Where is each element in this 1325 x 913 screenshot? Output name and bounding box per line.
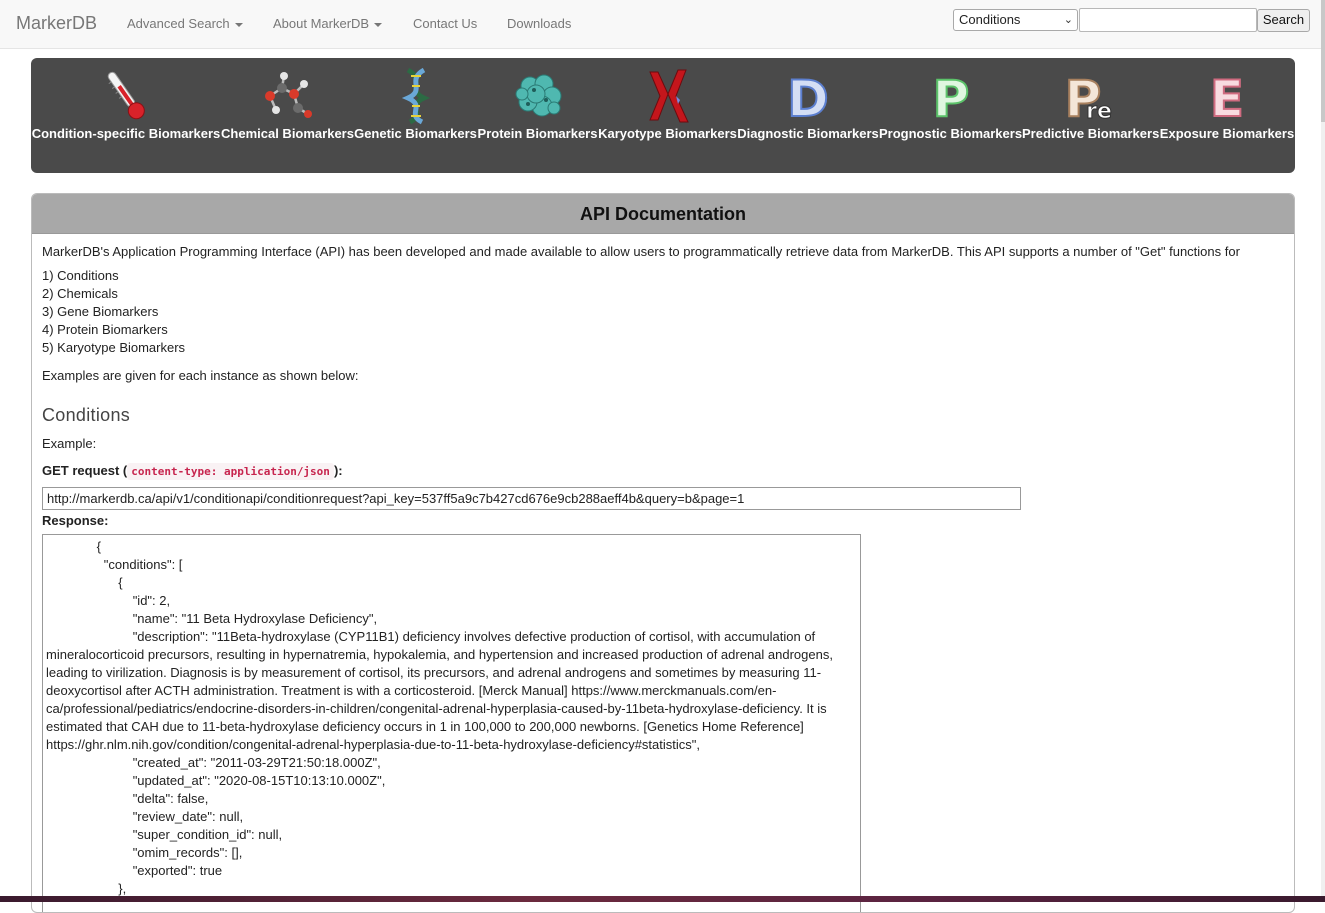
letter-pre-icon: P re [1063,69,1112,126]
chevron-down-icon [374,22,383,27]
category-label: Condition-specific Biomarkers [31,126,221,141]
category-label: Diagnostic Biomarkers [737,126,879,141]
category-label: Karyotype Biomarkers [598,126,737,141]
list-item: 2) Chemicals [42,286,118,301]
category-label: Predictive Biomarkers [1022,126,1160,141]
list-item: 5) Karyotype Biomarkers [42,340,186,355]
get-request-suffix: ): [333,463,343,478]
api-functions-list: 1) Conditions 2) Chemicals 3) Gene Bioma… [42,267,185,357]
response-line: "conditions": [ [46,557,183,572]
page-scrollbar[interactable] [1321,0,1325,896]
taskbar-strip [0,896,1325,902]
category-chemical[interactable]: Chemical Biomarkers [221,58,354,173]
category-label: Genetic Biomarkers [354,126,477,141]
response-line: "exported": true [46,863,223,878]
list-item: 4) Protein Biomarkers [42,322,168,337]
scrollbar-thumb[interactable] [1321,0,1325,122]
get-request-prefix: GET request ( [42,463,128,478]
chevron-down-icon: ⌄ [1063,14,1073,26]
brand-logo[interactable]: MarkerDB [16,13,97,34]
nav-downloads[interactable]: Downloads [507,16,571,31]
example-label: Example: [42,436,97,451]
search-category-select[interactable]: Conditions ⌄ [953,9,1078,31]
nav-about-label: About MarkerDB [273,16,370,31]
response-line: "description": "11Beta-hydroxylase (CYP1… [46,629,837,752]
list-item: 1) Conditions [42,268,119,283]
category-predictive[interactable]: P re Predictive Biomarkers [1022,58,1159,173]
letter-p-icon: P [931,69,970,126]
chevron-down-icon [234,22,243,27]
category-genetic[interactable]: Genetic Biomarkers [354,58,477,173]
category-label: Prognostic Biomarkers [879,126,1023,141]
category-exposure[interactable]: E Exposure Biomarkers [1159,58,1295,173]
category-protein[interactable]: Protein Biomarkers [477,58,598,173]
content-type-code: content-type: application/json [127,463,334,480]
response-line: "super_condition_id": null, [46,827,283,842]
chromosome-icon [648,69,689,123]
examples-text: Examples are given for each instance as … [42,368,359,383]
response-label: Response: [42,513,109,528]
svg-text:P: P [932,70,969,126]
category-bar: Condition-specific Biomarkers Chemical B… [31,58,1295,173]
api-documentation-panel: API Documentation MarkerDB's Application… [31,193,1295,913]
response-line: "review_date": null, [46,809,244,824]
category-karyotype[interactable]: Karyotype Biomarkers [598,58,737,173]
navbar: MarkerDB Advanced Search About MarkerDB … [0,0,1325,49]
intro-text: MarkerDB's Application Programming Inter… [42,244,1240,259]
nav-contact[interactable]: Contact Us [413,16,477,31]
response-line: { [46,539,101,554]
category-label: Exposure Biomarkers [1159,126,1295,141]
search-input[interactable] [1079,8,1257,32]
response-line: "created_at": "2011-03-29T21:50:18.000Z"… [46,755,381,770]
response-line: { [46,575,123,590]
svg-text:E: E [1210,70,1244,126]
response-line: "id": 2, [46,593,171,608]
response-line: "omim_records": [], [46,845,243,860]
get-request-label: GET request (content-type: application/j… [42,463,343,480]
molecule-icon [264,72,312,118]
response-line: "name": "11 Beta Hydroxylase Deficiency"… [46,611,378,626]
list-item: 3) Gene Biomarkers [42,304,159,319]
category-label: Chemical Biomarkers [221,126,354,141]
protein-icon [515,74,561,117]
thermometer-icon [107,71,145,120]
response-line: "delta": false, [46,791,209,806]
category-condition-specific[interactable]: Condition-specific Biomarkers [31,58,221,173]
section-title-conditions: Conditions [42,405,131,425]
nav-advanced-search[interactable]: Advanced Search [127,16,243,31]
panel-title: API Documentation [32,194,1294,234]
search-category-value: Conditions [959,12,1021,27]
svg-text:D: D [787,70,829,126]
request-url-field[interactable]: http://markerdb.ca/api/v1/conditionapi/c… [42,487,1021,510]
letter-d-icon: D [786,69,830,126]
category-diagnostic[interactable]: D Diagnostic Biomarkers [737,58,879,173]
nav-advanced-search-label: Advanced Search [127,16,230,31]
svg-text:re: re [1086,99,1112,124]
nav-about[interactable]: About MarkerDB [273,16,383,31]
dna-icon [401,67,430,125]
search-button[interactable]: Search [1257,9,1310,32]
letter-e-icon: E [1209,69,1245,126]
response-textarea[interactable]: { "conditions": [ { "id": 2, "name": "11… [42,534,861,912]
category-label: Protein Biomarkers [477,126,598,141]
response-line: "updated_at": "2020-08-15T10:13:10.000Z"… [46,773,386,788]
category-prognostic[interactable]: P Prognostic Biomarkers [879,58,1022,173]
